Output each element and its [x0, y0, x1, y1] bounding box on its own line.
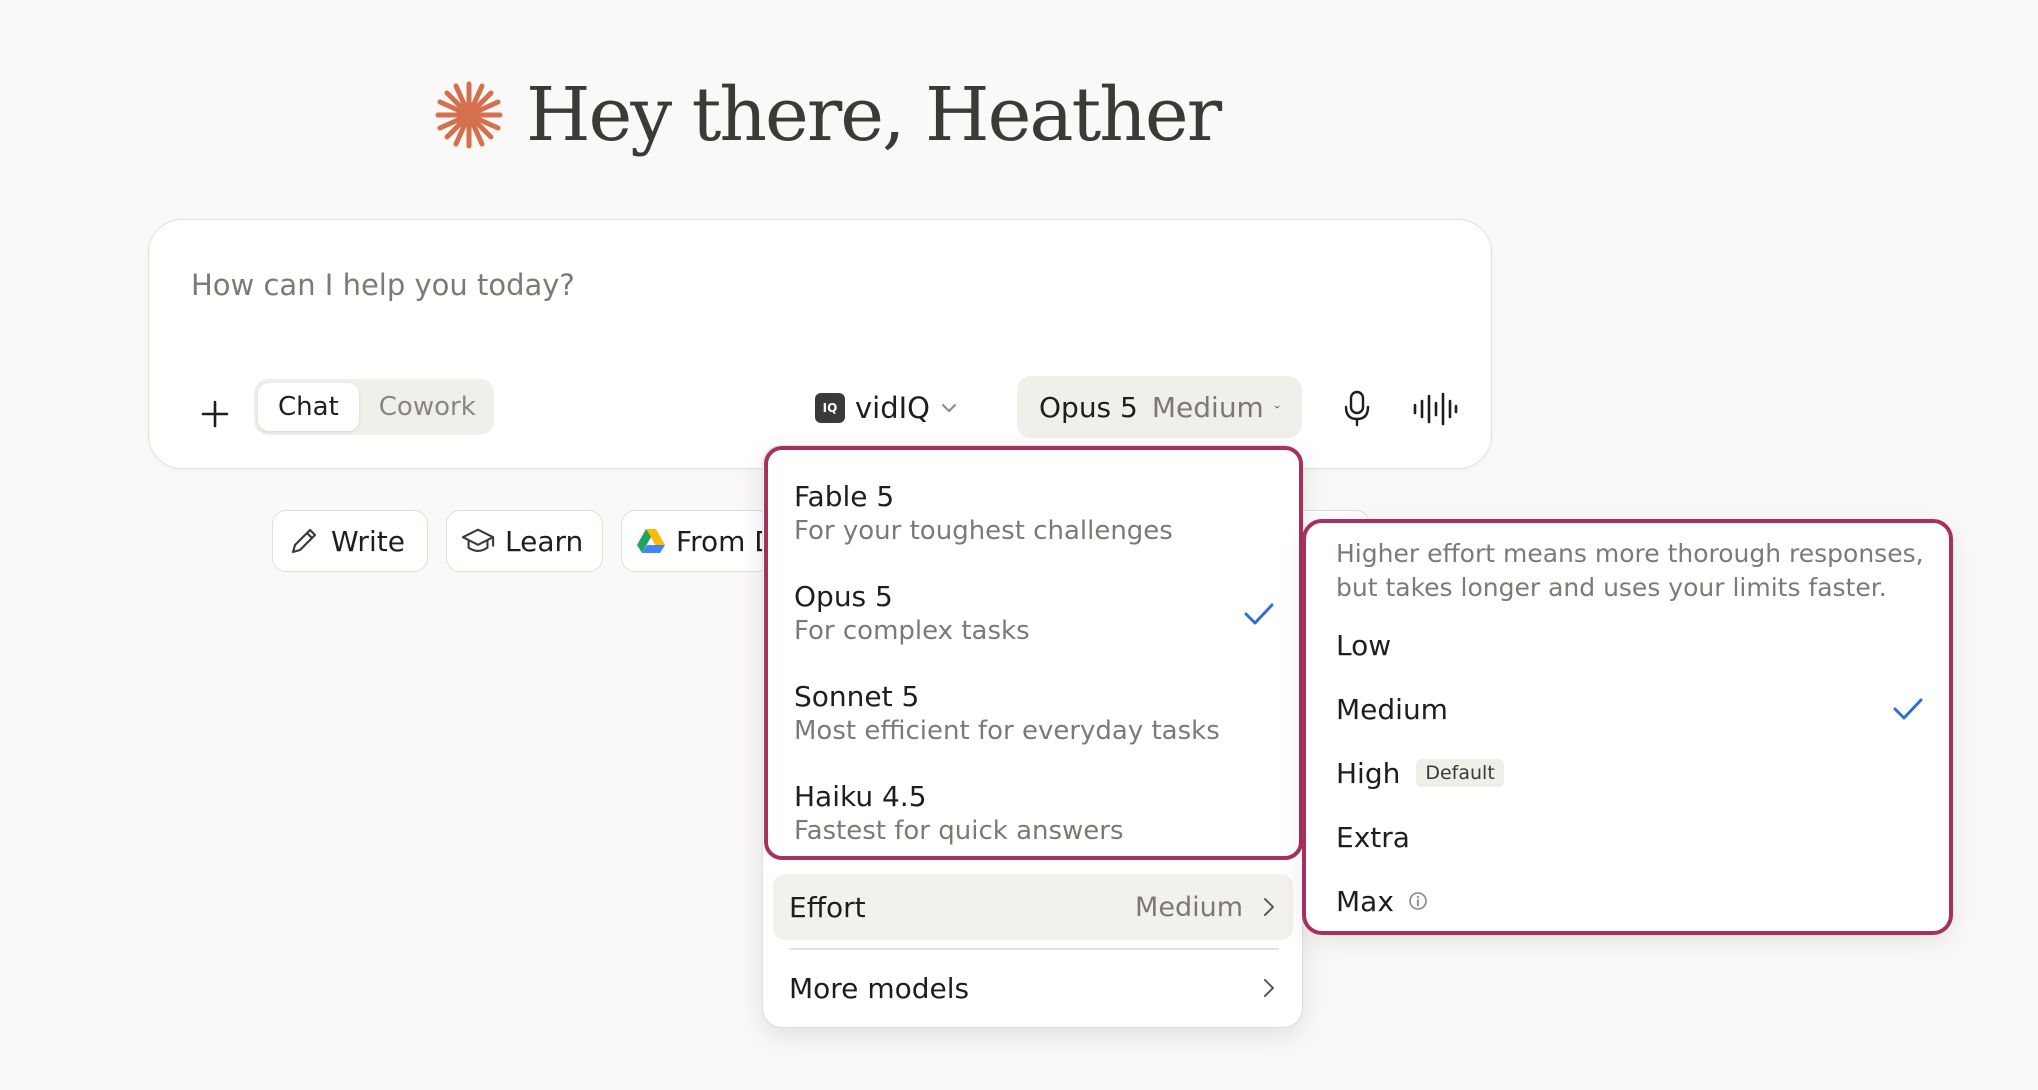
effort-label: Effort	[789, 890, 866, 924]
model-option-opus[interactable]: Opus 5 For complex tasks	[768, 566, 1299, 666]
model-list: Fable 5 For your toughest challenges Opu…	[764, 446, 1303, 860]
chevron-down-icon	[942, 404, 957, 412]
add-attachment-button[interactable]	[189, 388, 241, 440]
chevron-right-icon	[1264, 898, 1274, 916]
chevron-right-icon	[1264, 979, 1274, 997]
effort-option-high[interactable]: High Default	[1336, 745, 1926, 801]
waveform-icon	[1413, 392, 1458, 426]
effort-option-label: High	[1336, 756, 1401, 790]
selected-model-label: Opus 5	[1039, 390, 1138, 424]
model-option-sonnet[interactable]: Sonnet 5 Most efficient for everyday tas…	[768, 666, 1299, 766]
mode-toggle: Chat Cowork	[254, 379, 494, 435]
selected-effort-label: Medium	[1151, 390, 1264, 424]
from-drive-chip-label: From D	[676, 524, 771, 558]
checkmark-icon	[1893, 698, 1923, 720]
menu-divider	[789, 948, 1279, 950]
integration-label: vidIQ	[855, 391, 931, 425]
effort-menu-item[interactable]: Effort Medium	[773, 874, 1293, 940]
learn-chip[interactable]: Learn	[446, 510, 603, 572]
effort-option-label: Max	[1336, 884, 1394, 918]
integration-selector[interactable]: IQ vidIQ	[815, 380, 958, 436]
vidiq-logo-icon: IQ	[815, 393, 845, 423]
default-badge: Default	[1416, 759, 1504, 787]
microphone-button[interactable]	[1333, 384, 1381, 434]
effort-option-label: Medium	[1336, 692, 1448, 726]
effort-value: Medium	[1135, 891, 1243, 923]
model-selector-button[interactable]: Opus 5 Medium	[1017, 376, 1302, 438]
claude-spark-icon	[435, 81, 503, 149]
effort-option-extra[interactable]: Extra	[1336, 809, 1926, 865]
composer: Chat Cowork IQ vidIQ Opus 5 Medium	[148, 219, 1492, 469]
graduation-cap-icon	[461, 524, 495, 558]
from-drive-chip[interactable]: From D	[621, 510, 771, 572]
more-models-menu-item[interactable]: More models	[773, 956, 1293, 1020]
info-icon[interactable]	[1408, 891, 1428, 911]
model-dropdown-menu: Fable 5 For your toughest challenges Opu…	[762, 445, 1303, 1028]
learn-chip-label: Learn	[505, 524, 584, 558]
model-description: For your toughest challenges	[794, 516, 1173, 546]
mode-chat-tab[interactable]: Chat	[258, 383, 359, 431]
effort-option-label: Extra	[1336, 820, 1410, 854]
more-models-label: More models	[789, 971, 970, 1005]
model-name: Haiku 4.5	[794, 780, 927, 813]
prompt-input[interactable]	[189, 260, 989, 310]
effort-option-label: Low	[1336, 628, 1392, 662]
model-option-fable[interactable]: Fable 5 For your toughest challenges	[768, 466, 1299, 566]
effort-option-max[interactable]: Max	[1336, 873, 1926, 929]
model-name: Opus 5	[794, 580, 893, 613]
chevron-down-icon	[1274, 405, 1280, 409]
google-drive-icon	[636, 524, 666, 558]
write-chip[interactable]: Write	[272, 510, 428, 572]
model-description: Most efficient for everyday tasks	[794, 716, 1220, 746]
effort-description: Higher effort means more thorough respon…	[1336, 539, 1924, 602]
model-name: Sonnet 5	[794, 680, 920, 713]
pencil-icon	[287, 524, 321, 558]
write-chip-label: Write	[331, 524, 405, 558]
plus-icon	[201, 400, 229, 428]
model-option-haiku[interactable]: Haiku 4.5 Fastest for quick answers	[768, 766, 1299, 866]
effort-submenu: Higher effort means more thorough respon…	[1302, 519, 1953, 935]
voice-mode-button[interactable]	[1407, 384, 1463, 434]
checkmark-icon	[1244, 603, 1274, 625]
microphone-icon	[1344, 390, 1370, 427]
effort-option-medium[interactable]: Medium	[1336, 681, 1926, 737]
mode-cowork-tab[interactable]: Cowork	[359, 383, 496, 431]
greeting-header: Hey there, Heather	[432, 60, 1222, 170]
effort-option-low[interactable]: Low	[1336, 617, 1926, 673]
model-name: Fable 5	[794, 480, 895, 513]
greeting-title: Hey there, Heather	[526, 72, 1222, 158]
model-description: For complex tasks	[794, 616, 1030, 646]
model-description: Fastest for quick answers	[794, 816, 1124, 846]
